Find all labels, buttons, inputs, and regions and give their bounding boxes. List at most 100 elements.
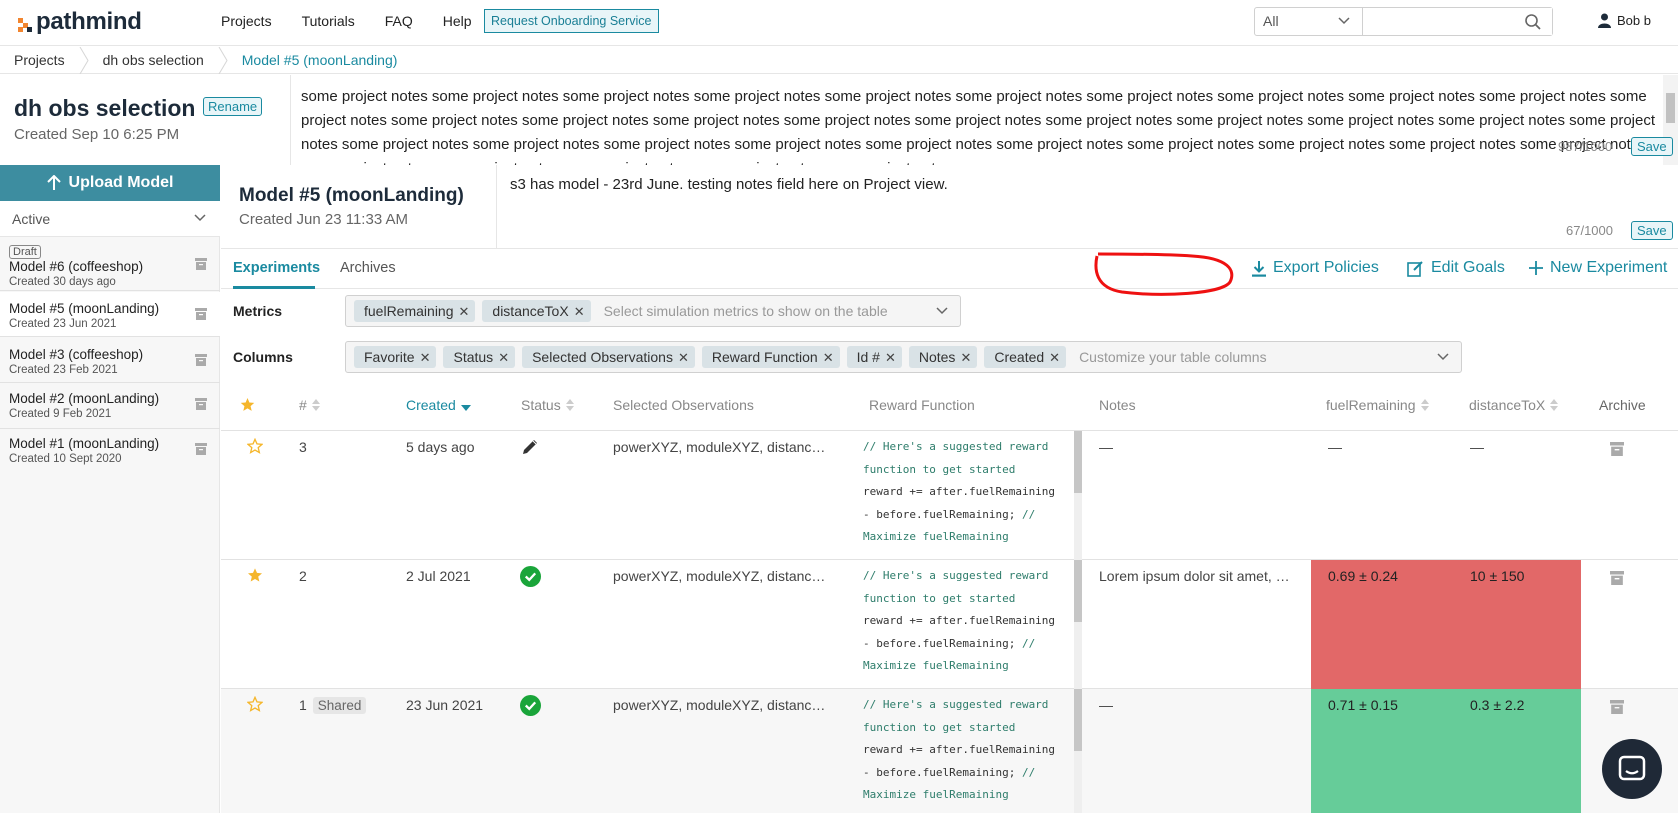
close-icon[interactable]: ✕ bbox=[574, 304, 585, 319]
pencil-icon bbox=[523, 440, 537, 454]
close-icon[interactable]: ✕ bbox=[678, 350, 689, 365]
column-header-reward: Reward Function bbox=[869, 397, 975, 413]
close-icon[interactable]: ✕ bbox=[459, 304, 470, 319]
sidebar-item-model-5[interactable]: Model #5 (moonLanding) Created 23 Jun 20… bbox=[0, 292, 220, 337]
tab-experiments[interactable]: Experiments bbox=[233, 260, 320, 276]
metric-chip[interactable]: fuelRemaining ✕ bbox=[354, 300, 476, 322]
code-comment: Maximize fuelRemaining bbox=[863, 530, 1009, 544]
column-chip[interactable]: Id # ✕ bbox=[846, 346, 902, 368]
column-header-status[interactable]: Status bbox=[521, 397, 574, 413]
active-tab-indicator bbox=[233, 286, 315, 289]
column-chip[interactable]: Selected Observations ✕ bbox=[522, 346, 695, 368]
request-onboarding-button[interactable]: Request Onboarding Service bbox=[484, 9, 659, 33]
table-row[interactable]: 2 2 Jul 2021 powerXYZ, moduleXYZ, distan… bbox=[221, 560, 1678, 689]
project-notes-save-button[interactable]: Save bbox=[1631, 137, 1673, 156]
star-outline-icon[interactable] bbox=[247, 438, 263, 454]
search-scope-select[interactable]: All bbox=[1255, 8, 1363, 35]
model-notes-field[interactable]: s3 has model - 23rd June. testing notes … bbox=[510, 176, 948, 193]
column-chip[interactable]: Notes ✕ bbox=[908, 346, 978, 368]
fuel-remaining-value: 0.71 ± 0.15 bbox=[1328, 697, 1398, 713]
breadcrumb-model[interactable]: Model #5 (moonLanding) bbox=[228, 47, 412, 74]
archive-icon[interactable] bbox=[195, 398, 207, 410]
distance-to-x-value: — bbox=[1470, 439, 1484, 455]
model-name: Model #1 (moonLanding) bbox=[9, 436, 160, 451]
sidebar-item-model-2[interactable]: Model #2 (moonLanding) Created 9 Feb 202… bbox=[0, 384, 220, 429]
model-notes-char-count: 67/1000 bbox=[1566, 223, 1613, 238]
star-outline-icon[interactable] bbox=[247, 696, 263, 712]
table-row[interactable]: 3 5 days ago powerXYZ, moduleXYZ, distan… bbox=[221, 431, 1678, 560]
main-nav: Projects Tutorials FAQ Help bbox=[221, 13, 502, 29]
column-chip[interactable]: Favorite ✕ bbox=[354, 346, 437, 368]
columns-placeholder: Customize your table columns bbox=[1079, 349, 1267, 365]
distance-to-x-value: 0.3 ± 2.2 bbox=[1470, 697, 1525, 713]
sidebar-item-model-1[interactable]: Model #1 (moonLanding) Created 10 Sept 2… bbox=[0, 429, 220, 474]
model-name: Model #6 (coffeeshop) bbox=[9, 259, 144, 274]
columns-select[interactable]: Favorite ✕ Status ✕ Selected Observations ✕… bbox=[345, 341, 1462, 373]
column-header-id[interactable]: # bbox=[299, 397, 320, 413]
sidebar-item-model-3[interactable]: Model #3 (coffeeshop) Created 23 Feb 202… bbox=[0, 338, 220, 383]
upload-model-button[interactable]: Upload Model bbox=[0, 165, 220, 201]
experiment-id: 1 Shared bbox=[299, 697, 367, 714]
user-icon bbox=[1598, 13, 1611, 28]
reward-function-scrollbar[interactable] bbox=[1074, 431, 1082, 560]
column-header-archive: Archive bbox=[1599, 397, 1646, 413]
draft-badge: Draft bbox=[9, 245, 41, 259]
archive-icon[interactable] bbox=[195, 443, 207, 455]
archive-icon[interactable] bbox=[1610, 700, 1624, 714]
nav-projects[interactable]: Projects bbox=[221, 13, 272, 29]
rename-button[interactable]: Rename bbox=[203, 97, 263, 116]
search-icon[interactable] bbox=[1524, 13, 1542, 31]
reward-function-scrollbar[interactable] bbox=[1074, 560, 1082, 689]
column-chip[interactable]: Created ✕ bbox=[984, 346, 1067, 368]
close-icon[interactable]: ✕ bbox=[1049, 350, 1060, 365]
experiment-id: 3 bbox=[299, 439, 307, 455]
sort-icon bbox=[565, 399, 574, 411]
archive-icon[interactable] bbox=[1610, 571, 1624, 585]
close-icon[interactable]: ✕ bbox=[498, 350, 509, 365]
star-filled-icon[interactable] bbox=[247, 567, 263, 583]
column-header-label: Status bbox=[521, 397, 561, 413]
user-menu[interactable]: Bob b bbox=[1598, 13, 1651, 28]
shared-badge: Shared bbox=[312, 697, 367, 714]
model-status-filter[interactable]: Active bbox=[0, 201, 220, 237]
tab-archives[interactable]: Archives bbox=[340, 260, 396, 276]
nav-tutorials[interactable]: Tutorials bbox=[302, 13, 355, 29]
model-notes-save-button[interactable]: Save bbox=[1631, 221, 1673, 240]
close-icon[interactable]: ✕ bbox=[420, 350, 431, 365]
archive-icon[interactable] bbox=[195, 354, 207, 366]
column-header-fuel[interactable]: fuelRemaining bbox=[1326, 397, 1429, 413]
archive-icon[interactable] bbox=[195, 258, 207, 270]
metrics-select[interactable]: fuelRemaining ✕ distanceToX ✕ Select simul… bbox=[345, 295, 961, 327]
column-header-distance[interactable]: distanceToX bbox=[1469, 397, 1559, 413]
close-icon[interactable]: ✕ bbox=[885, 350, 896, 365]
reward-function-scrollbar[interactable] bbox=[1074, 689, 1082, 813]
breadcrumb-project[interactable]: dh obs selection bbox=[89, 47, 218, 74]
archive-icon[interactable] bbox=[1610, 442, 1624, 456]
column-chip-label: Favorite bbox=[364, 349, 415, 365]
model-date: Created 23 Jun 2021 bbox=[9, 318, 117, 330]
export-policies-button[interactable]: Export Policies bbox=[1252, 259, 1379, 277]
column-header-created[interactable]: Created bbox=[406, 397, 471, 413]
models-sidebar: Upload Model Active Draft Model #6 (coff… bbox=[0, 165, 220, 813]
metrics-placeholder: Select simulation metrics to show on the… bbox=[603, 303, 888, 319]
table-row[interactable]: 1 Shared 23 Jun 2021 powerXYZ, moduleXYZ,… bbox=[221, 689, 1678, 813]
sidebar-item-model-6[interactable]: Draft Model #6 (coffeeshop) Created 30 d… bbox=[0, 238, 220, 291]
column-chip[interactable]: Status ✕ bbox=[443, 346, 516, 368]
close-icon[interactable]: ✕ bbox=[823, 350, 834, 365]
favorite-column-star-icon[interactable] bbox=[240, 397, 255, 412]
edit-goals-button[interactable]: Edit Goals bbox=[1407, 259, 1505, 277]
chat-widget-button[interactable] bbox=[1602, 739, 1662, 799]
column-chip[interactable]: Reward Function ✕ bbox=[701, 346, 840, 368]
metric-chip[interactable]: distanceToX ✕ bbox=[482, 300, 591, 322]
nav-faq[interactable]: FAQ bbox=[385, 13, 413, 29]
pathmind-logo[interactable]: pathmind bbox=[18, 8, 142, 36]
code-comment: Maximize fuelRemaining bbox=[863, 788, 1009, 802]
archive-icon[interactable] bbox=[195, 308, 207, 320]
reward-function-code: // Here's a suggested reward function to… bbox=[863, 694, 1063, 807]
nav-help[interactable]: Help bbox=[443, 13, 472, 29]
breadcrumb-projects[interactable]: Projects bbox=[0, 47, 79, 74]
code-comment: // Here's a suggested reward bbox=[863, 440, 1049, 453]
project-notes-field[interactable]: some project notes some project notes so… bbox=[290, 75, 1663, 165]
close-icon[interactable]: ✕ bbox=[960, 350, 971, 365]
new-experiment-button[interactable]: New Experiment bbox=[1529, 259, 1667, 277]
